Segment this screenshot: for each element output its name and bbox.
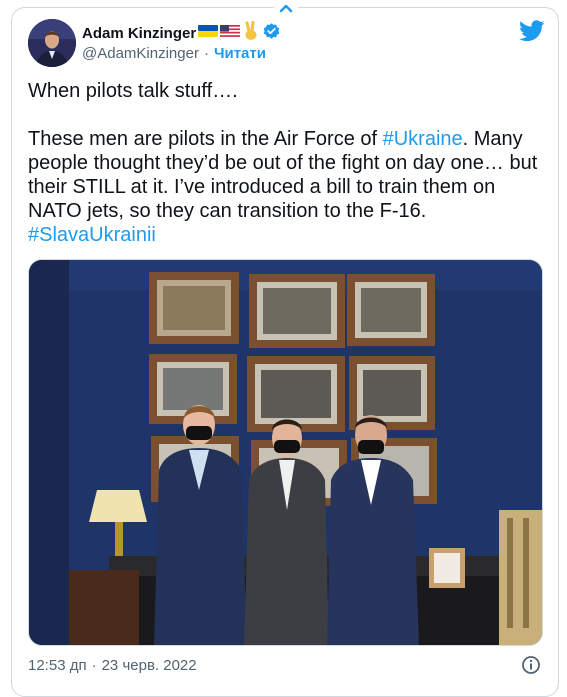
tweet-text-segment: These men are pilots in the Air Force of xyxy=(28,128,383,150)
hashtag-ukraine-link[interactable]: #Ukraine xyxy=(383,128,463,150)
chevron-up-icon[interactable] xyxy=(274,0,298,16)
hashtag-slavaukrainii-link[interactable]: #SlavaUkrainii xyxy=(28,224,156,246)
info-icon[interactable] xyxy=(521,655,541,680)
follow-button[interactable]: Читати xyxy=(214,45,266,62)
author-handle-row: @AdamKinzinger · Читати xyxy=(82,43,266,63)
tweet-photo[interactable] xyxy=(28,259,543,646)
author-name-row[interactable]: Adam Kinzinger xyxy=(82,20,281,45)
tweet-meta: 12:53 дп · 23 черв. 2022 xyxy=(28,654,197,676)
avatar[interactable] xyxy=(28,19,76,67)
tweet-time[interactable]: 12:53 дп xyxy=(28,657,87,674)
ukraine-flag-icon xyxy=(198,24,219,42)
tweet-line-1: When pilots talk stuff…. xyxy=(28,80,238,102)
author-handle[interactable]: @AdamKinzinger xyxy=(82,45,199,62)
tweet-date[interactable]: 23 черв. 2022 xyxy=(102,657,197,674)
meta-separator: · xyxy=(91,656,97,674)
tweet-paragraph-2: These men are pilots in the Air Force of… xyxy=(28,127,548,223)
verified-badge-icon xyxy=(262,22,281,45)
author-name[interactable]: Adam Kinzinger xyxy=(82,25,196,42)
us-flag-icon xyxy=(220,24,241,42)
twitter-logo-icon[interactable] xyxy=(519,20,545,47)
victory-hand-icon xyxy=(242,20,260,45)
handle-separator: · xyxy=(203,44,209,62)
tweet-text: When pilots talk stuff…. These men are p… xyxy=(28,79,548,247)
